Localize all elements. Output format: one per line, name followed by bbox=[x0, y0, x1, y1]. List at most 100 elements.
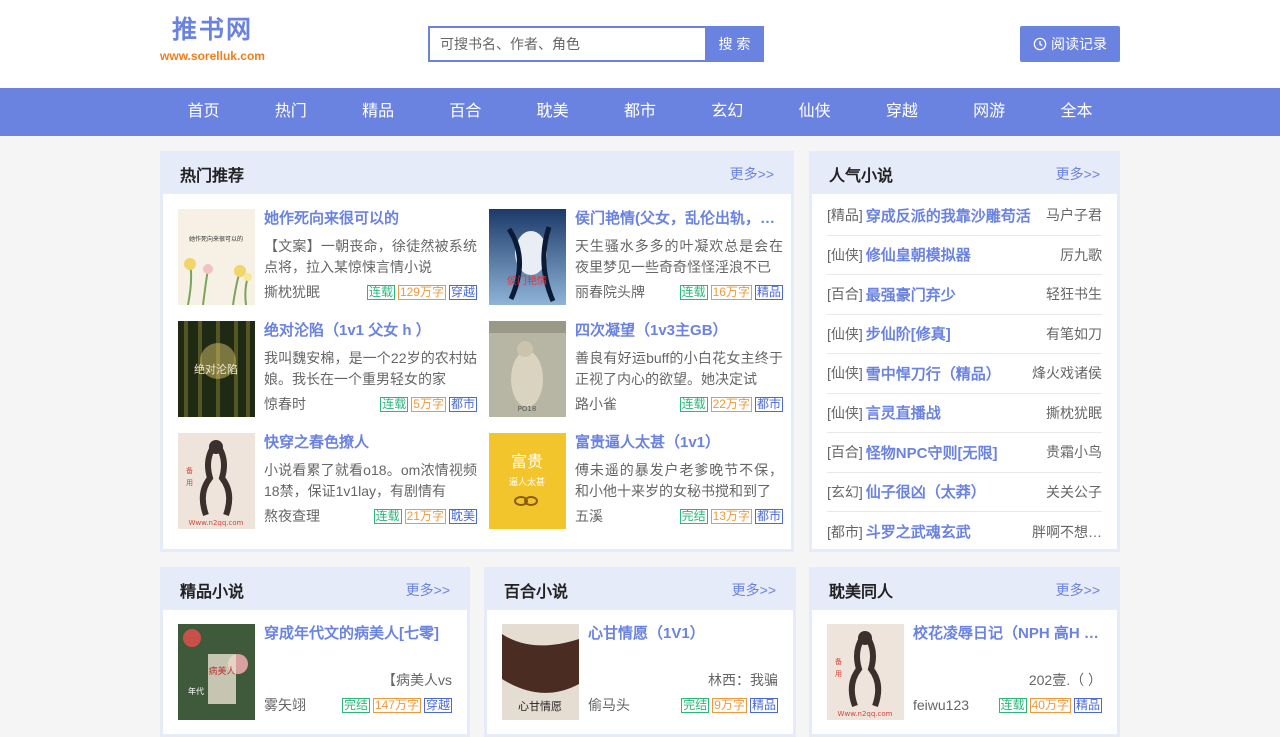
list-item-title[interactable]: 斗罗之武魂玄武 bbox=[866, 521, 1024, 542]
list-item[interactable]: [精品] 穿成反派的我靠沙雕苟活 马户子君 bbox=[827, 196, 1102, 236]
list-item-title[interactable]: 穿成反派的我靠沙雕苟活 bbox=[866, 205, 1038, 226]
list-item-title[interactable]: 修仙皇朝模拟器 bbox=[866, 244, 1052, 265]
more-link[interactable]: 更多>> bbox=[730, 164, 774, 184]
book-author[interactable]: 五溪 bbox=[575, 506, 603, 526]
panel-title: 百合小说 bbox=[504, 584, 569, 601]
book-author[interactable]: 撕枕犹眠 bbox=[264, 282, 320, 302]
book-author[interactable]: 雾矢翊 bbox=[264, 695, 306, 715]
more-link[interactable]: 更多>> bbox=[1056, 164, 1100, 184]
book-author[interactable]: 路小雀 bbox=[575, 394, 617, 414]
book-title[interactable]: 绝对沦陷（1v1 父女 h ） bbox=[264, 321, 477, 341]
logo-url: www.sorelluk.com bbox=[160, 49, 265, 63]
book-cover[interactable]: 病美人 年代 bbox=[178, 624, 255, 720]
search-input[interactable] bbox=[428, 26, 705, 62]
list-item-author[interactable]: 烽火戏诸侯 bbox=[1032, 363, 1102, 383]
list-item[interactable]: [百合] 最强豪门弃少 轻狂书生 bbox=[827, 275, 1102, 315]
book-author[interactable]: 偷马头 bbox=[588, 695, 630, 715]
book-cover[interactable]: 富贵 逼人太甚 bbox=[489, 433, 566, 529]
book-cover[interactable]: 备用 Www.n2qq.com bbox=[178, 433, 255, 529]
book-author[interactable]: 熬夜查理 bbox=[264, 506, 320, 526]
book-card[interactable]: 备用 Www.n2qq.com 快穿之春色撩人 小说看累了就看o18。om浓情视频… bbox=[178, 433, 477, 529]
book-card[interactable]: 病美人 年代 穿成年代文的病美人[七零] 【病美人vs 雾矢翊 完结 147万字 穿越 bbox=[178, 624, 452, 720]
nav-item-yuri[interactable]: 百合 bbox=[422, 88, 509, 136]
book-cover[interactable]: PO18 bbox=[489, 321, 566, 417]
book-author[interactable]: feiwu123 bbox=[913, 697, 969, 713]
book-title[interactable]: 她作死向来很可以的 bbox=[264, 209, 477, 229]
category-badge: 精品 bbox=[754, 284, 783, 300]
book-cover[interactable]: 她作死向来很可以的 bbox=[178, 209, 255, 305]
status-badge: 连载 bbox=[373, 508, 402, 524]
list-item-author[interactable]: 贵霜小鸟 bbox=[1046, 442, 1102, 462]
search-button[interactable]: 搜 索 bbox=[705, 26, 764, 62]
list-item-author[interactable]: 马户子君 bbox=[1046, 205, 1102, 225]
book-author[interactable]: 丽春院头牌 bbox=[575, 282, 645, 302]
book-title[interactable]: 富贵逼人太甚（1v1） bbox=[575, 433, 783, 453]
nav-item-premium[interactable]: 精品 bbox=[335, 88, 422, 136]
nav-item-xianxia[interactable]: 仙侠 bbox=[771, 88, 858, 136]
book-card[interactable]: PO18 四次凝望（1v3主GB） 善良有好运buff的小白花女主终于正视了内心… bbox=[489, 321, 783, 417]
list-item-title[interactable]: 雪中悍刀行（精品） bbox=[866, 363, 1024, 384]
list-item-title[interactable]: 怪物NPC守则[无限] bbox=[866, 442, 1038, 463]
list-item-author[interactable]: 胖啊不想… bbox=[1032, 522, 1102, 542]
list-item[interactable]: [仙侠] 雪中悍刀行（精品） 烽火戏诸侯 bbox=[827, 354, 1102, 394]
list-item-category[interactable]: [玄幻] bbox=[827, 482, 863, 502]
site-logo[interactable]: 推书网 www.sorelluk.com bbox=[160, 14, 265, 64]
book-cover[interactable]: 侯门艳情 bbox=[489, 209, 566, 305]
book-title[interactable]: 侯门艳情(父女，乱伦出轨，… bbox=[575, 209, 783, 229]
book-card[interactable]: 侯门艳情 侯门艳情(父女，乱伦出轨，… 天生骚水多多的叶凝欢总是会在夜里梦见一些… bbox=[489, 209, 783, 305]
list-item[interactable]: [仙侠] 步仙阶[修真] 有笔如刀 bbox=[827, 315, 1102, 354]
list-item[interactable]: [都市] 斗罗之武魂玄武 胖啊不想… bbox=[827, 512, 1102, 552]
nav-item-time-travel[interactable]: 穿越 bbox=[858, 88, 945, 136]
book-card[interactable]: 她作死向来很可以的 她作死向来很可以的 【文案】一朝丧命，徐徒然被系统点将，拉入… bbox=[178, 209, 477, 305]
nav-item-online-game[interactable]: 网游 bbox=[946, 88, 1033, 136]
svg-text:富贵: 富贵 bbox=[511, 452, 543, 471]
nav-item-hot[interactable]: 热门 bbox=[247, 88, 334, 136]
list-item-category[interactable]: [百合] bbox=[827, 284, 863, 304]
nav-item-danmei[interactable]: 耽美 bbox=[509, 88, 596, 136]
more-link[interactable]: 更多>> bbox=[1056, 580, 1100, 600]
list-item[interactable]: [仙侠] 言灵直播战 撕枕犹眠 bbox=[827, 394, 1102, 433]
book-cover[interactable]: 备用 Www.n2qq.com bbox=[827, 624, 904, 720]
list-item-title[interactable]: 最强豪门弃少 bbox=[866, 284, 1038, 305]
list-item-category[interactable]: [百合] bbox=[827, 442, 863, 462]
nav-item-completed[interactable]: 全本 bbox=[1033, 88, 1120, 136]
book-author[interactable]: 惊春时 bbox=[264, 394, 306, 414]
list-item-category[interactable]: [仙侠] bbox=[827, 324, 863, 344]
nav-item-urban[interactable]: 都市 bbox=[596, 88, 683, 136]
nav-item-home[interactable]: 首页 bbox=[160, 88, 247, 136]
book-cover[interactable]: 心甘情愿 bbox=[502, 624, 579, 720]
list-item-category[interactable]: [仙侠] bbox=[827, 363, 863, 383]
list-item-category[interactable]: [仙侠] bbox=[827, 245, 863, 265]
status-badge: 连载 bbox=[380, 396, 409, 412]
book-title[interactable]: 穿成年代文的病美人[七零] bbox=[264, 624, 452, 644]
book-card[interactable]: 心甘情愿 心甘情愿（1V1） 林西：我骗 偷马头 完结 9万字 精品 bbox=[502, 624, 778, 720]
book-description: 善良有好运buff的小白花女主终于正视了内心的欲望。她决定试 bbox=[575, 350, 783, 387]
list-item-author[interactable]: 轻狂书生 bbox=[1046, 284, 1102, 304]
list-item-author[interactable]: 厉九歌 bbox=[1060, 245, 1102, 265]
book-title[interactable]: 快穿之春色撩人 bbox=[264, 433, 477, 453]
list-item[interactable]: [仙侠] 修仙皇朝模拟器 厉九歌 bbox=[827, 236, 1102, 275]
list-item-author[interactable]: 关关公子 bbox=[1046, 482, 1102, 502]
book-cover[interactable]: 绝对沦陷 bbox=[178, 321, 255, 417]
list-item-title[interactable]: 言灵直播战 bbox=[866, 402, 1038, 423]
book-title[interactable]: 四次凝望（1v3主GB） bbox=[575, 321, 783, 341]
book-card[interactable]: 备用 Www.n2qq.com 校花凌辱日记（NPH 高H … 202壹.（ ） … bbox=[827, 624, 1102, 720]
list-item-category[interactable]: [精品] bbox=[827, 205, 863, 225]
search-bar: 搜 索 bbox=[428, 26, 764, 62]
list-item[interactable]: [玄幻] 仙子很凶（太莽） 关关公子 bbox=[827, 473, 1102, 512]
list-item-author[interactable]: 有笔如刀 bbox=[1046, 324, 1102, 344]
list-item-category[interactable]: [都市] bbox=[827, 522, 863, 542]
book-title[interactable]: 心甘情愿（1V1） bbox=[588, 624, 778, 644]
book-card[interactable]: 富贵 逼人太甚 富贵逼人太甚（1v1） 傅未遥的暴发户老爹晚节不保，和小他十来岁的… bbox=[489, 433, 783, 529]
list-item-category[interactable]: [仙侠] bbox=[827, 403, 863, 423]
list-item-title[interactable]: 步仙阶[修真] bbox=[866, 323, 1038, 344]
list-item[interactable]: [百合] 怪物NPC守则[无限] 贵霜小鸟 bbox=[827, 433, 1102, 473]
nav-item-fantasy[interactable]: 玄幻 bbox=[684, 88, 771, 136]
book-card[interactable]: 绝对沦陷 绝对沦陷（1v1 父女 h ） 我叫魏安棉，是一个22岁的农村姑娘。我… bbox=[178, 321, 477, 417]
reading-history-button[interactable]: 阅读记录 bbox=[1020, 26, 1120, 62]
list-item-title[interactable]: 仙子很凶（太莽） bbox=[866, 481, 1038, 502]
list-item-author[interactable]: 撕枕犹眠 bbox=[1046, 403, 1102, 423]
more-link[interactable]: 更多>> bbox=[732, 580, 776, 600]
more-link[interactable]: 更多>> bbox=[406, 580, 450, 600]
book-title[interactable]: 校花凌辱日记（NPH 高H … bbox=[913, 624, 1102, 644]
